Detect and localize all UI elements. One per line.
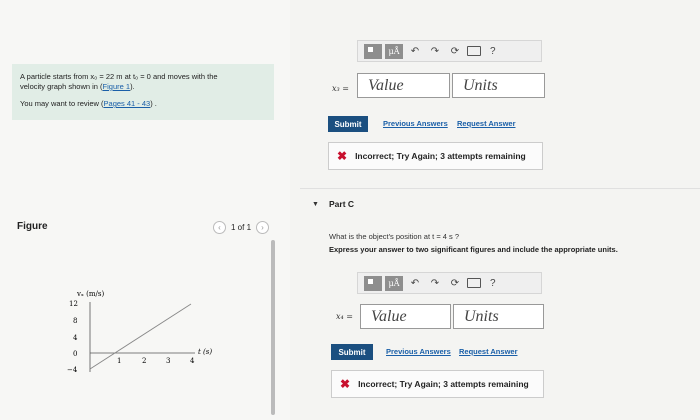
velocity-line bbox=[89, 303, 192, 370]
y-tick-neg4: −4 bbox=[67, 366, 78, 374]
x3-label: x₃ = bbox=[332, 84, 349, 93]
partb-previous-answers-link[interactable]: Previous Answers bbox=[383, 119, 448, 128]
keyboard-icon[interactable] bbox=[467, 278, 481, 288]
problem-line-1: A particle starts from x₀ = 22 m at t₀ =… bbox=[20, 72, 218, 81]
y-tick-0: 0 bbox=[73, 350, 77, 358]
figure-pager: ‹ 1 of 1 › bbox=[213, 221, 270, 234]
math-toolbar-b: μÅ ↶ ↷ ⟳ ? bbox=[357, 40, 542, 62]
x-tick-3: 3 bbox=[166, 357, 170, 365]
partb-units-input[interactable]: Units bbox=[452, 73, 545, 98]
help-icon[interactable]: ? bbox=[490, 278, 496, 289]
y-tick-12: 12 bbox=[69, 300, 78, 308]
partc-feedback: ✖ Incorrect; Try Again; 3 attempts remai… bbox=[331, 370, 544, 398]
y-tick-8: 8 bbox=[73, 317, 77, 325]
review-pages-link[interactable]: Pages 41 - 43 bbox=[104, 99, 151, 108]
x-tick-2: 2 bbox=[142, 357, 146, 365]
math-toolbar-c: μÅ ↶ ↷ ⟳ ? bbox=[357, 272, 542, 294]
template-icon[interactable] bbox=[364, 275, 382, 291]
review-line: You may want to review (Pages 41 - 43) . bbox=[20, 99, 157, 108]
partb-submit-button[interactable]: Submit bbox=[328, 116, 368, 132]
help-icon[interactable]: ? bbox=[490, 46, 496, 57]
partc-value-input[interactable]: Value bbox=[360, 304, 451, 329]
graph-x-axis-label: t (s) bbox=[198, 348, 212, 356]
redo-icon[interactable]: ↷ bbox=[427, 46, 443, 57]
partc-instruction: Express your answer to two significant f… bbox=[329, 245, 618, 254]
chevron-left-icon[interactable]: ‹ bbox=[213, 221, 226, 234]
keyboard-icon[interactable] bbox=[467, 46, 481, 56]
units-symbol-icon[interactable]: μÅ bbox=[385, 275, 403, 291]
section-divider bbox=[300, 188, 700, 189]
y-tick-4: 4 bbox=[73, 334, 78, 342]
chevron-right-icon[interactable]: › bbox=[256, 221, 270, 234]
collapse-arrow-icon[interactable]: ▼ bbox=[312, 201, 319, 208]
x-tick-1: 1 bbox=[117, 357, 121, 365]
partc-units-input[interactable]: Units bbox=[453, 304, 544, 329]
x4-label: x₄ = bbox=[336, 312, 353, 321]
partc-feedback-text: Incorrect; Try Again; 3 attempts remaini… bbox=[358, 379, 529, 389]
reset-icon[interactable]: ⟳ bbox=[447, 278, 463, 289]
velocity-graph: vₓ (m/s) 12 8 4 0 −4 1 2 3 4 t (s) bbox=[67, 290, 212, 374]
partc-submit-button[interactable]: Submit bbox=[331, 344, 373, 360]
partc-question: What is the object's position at t = 4 s… bbox=[329, 232, 460, 241]
undo-icon[interactable]: ↶ bbox=[407, 278, 423, 289]
incorrect-icon: ✖ bbox=[337, 149, 348, 163]
partb-feedback-text: Incorrect; Try Again; 3 attempts remaini… bbox=[355, 151, 526, 161]
template-icon[interactable] bbox=[364, 43, 382, 59]
partb-feedback: ✖ Incorrect; Try Again; 3 attempts remai… bbox=[328, 142, 543, 170]
graph-y-axis-label: vₓ (m/s) bbox=[76, 290, 104, 298]
partb-value-input[interactable]: Value bbox=[357, 73, 450, 98]
partc-request-answer-link[interactable]: Request Answer bbox=[459, 347, 518, 356]
figure-link[interactable]: Figure 1 bbox=[103, 82, 131, 91]
x-tick-4: 4 bbox=[190, 357, 195, 365]
figure-scrollbar[interactable] bbox=[271, 240, 275, 415]
figure-heading: Figure bbox=[17, 221, 48, 232]
partc-previous-answers-link[interactable]: Previous Answers bbox=[386, 347, 451, 356]
units-symbol-icon[interactable]: μÅ bbox=[385, 43, 403, 59]
redo-icon[interactable]: ↷ bbox=[427, 278, 443, 289]
incorrect-icon: ✖ bbox=[340, 377, 351, 391]
partb-request-answer-link[interactable]: Request Answer bbox=[457, 119, 516, 128]
pager-text: 1 of 1 bbox=[231, 223, 252, 232]
reset-icon[interactable]: ⟳ bbox=[447, 46, 463, 57]
undo-icon[interactable]: ↶ bbox=[407, 46, 423, 57]
problem-statement: A particle starts from x₀ = 22 m at t₀ =… bbox=[12, 64, 274, 120]
partc-title: Part C bbox=[329, 199, 355, 209]
problem-line-2: velocity graph shown in (Figure 1). bbox=[20, 82, 135, 91]
